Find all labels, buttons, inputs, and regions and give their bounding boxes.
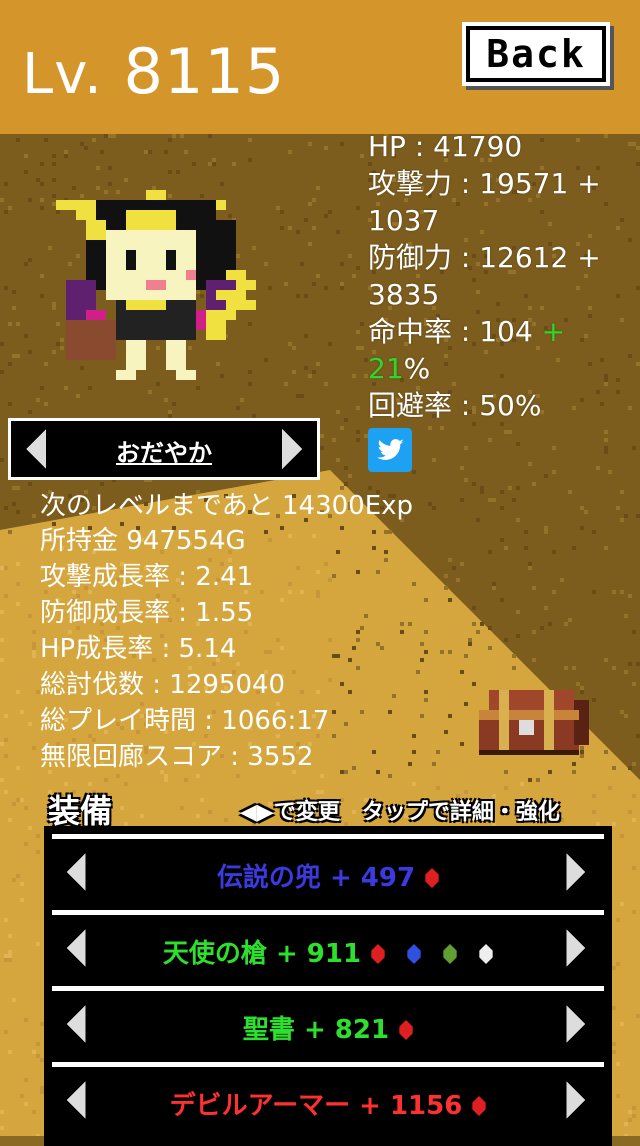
- gem-icon: [479, 944, 493, 964]
- equipment-name[interactable]: 聖書 + 821: [102, 1009, 554, 1046]
- level-prefix: Lv.: [22, 42, 103, 107]
- personality-selector: おだやか: [8, 418, 320, 480]
- gem-icon: [407, 944, 421, 964]
- info-playtime: 総プレイ時間 : 1066:17: [40, 706, 330, 736]
- info-hp-growth: HP成長率 : 5.14: [40, 634, 237, 664]
- gem-icon: [399, 1020, 413, 1040]
- equipment-slot-weapon[interactable]: 天使の槍 + 911: [52, 910, 604, 985]
- equipment-slot-helmet[interactable]: 伝説の兜 + 497: [52, 834, 604, 909]
- equipment-name[interactable]: デビルアーマー + 1156: [102, 1085, 554, 1122]
- twitter-icon: [377, 439, 404, 460]
- treasure-chest-icon[interactable]: [474, 690, 594, 760]
- stat-attack-bonus: 1037: [368, 204, 440, 237]
- gem-icon: [472, 1096, 487, 1116]
- arrow-right-icon[interactable]: [562, 853, 590, 891]
- arrow-right-icon[interactable]: [562, 929, 590, 967]
- arrow-right-icon[interactable]: [562, 1005, 590, 1043]
- personality-label[interactable]: おだやか: [11, 433, 317, 468]
- equipment-name-text[interactable]: 伝説の兜 + 497: [217, 863, 415, 893]
- equipment-panel: 伝説の兜 + 497 天使の槍 + 911 聖書 + 821 デビルアーマー +…: [44, 826, 612, 1146]
- info-next-level: 次のレベルまであと 14300Exp: [40, 491, 414, 521]
- arrow-left-icon[interactable]: [62, 929, 90, 967]
- info-defense-growth: 防御成長率 : 1.55: [40, 598, 254, 628]
- stat-attack: 攻撃力 : 19571 +: [368, 167, 601, 200]
- stat-defense-bonus: 3835: [368, 278, 440, 311]
- info-infinite-score: 無限回廊スコア : 3552: [40, 742, 314, 772]
- stat-accuracy: 命中率 : 104 +: [368, 313, 565, 350]
- arrow-right-icon[interactable]: [277, 429, 307, 469]
- stat-accuracy-base: 命中率 : 104: [368, 315, 542, 348]
- arrow-left-icon[interactable]: [62, 1005, 90, 1043]
- arrow-right-icon[interactable]: [562, 1081, 590, 1119]
- equipment-name[interactable]: 天使の槍 + 911: [102, 933, 554, 970]
- equipment-name[interactable]: 伝説の兜 + 497: [102, 857, 554, 894]
- level-display: Lv. 8115: [22, 36, 285, 111]
- arrow-left-icon[interactable]: [62, 1081, 90, 1119]
- gem-icon: [425, 868, 439, 888]
- stat-hp: HP : 41790: [368, 130, 523, 163]
- level-value: 8115: [123, 35, 286, 108]
- equipment-name-text[interactable]: デビルアーマー + 1156: [170, 1091, 463, 1121]
- arrow-left-icon[interactable]: [62, 853, 90, 891]
- equipment-name-text[interactable]: 天使の槍 + 911: [163, 939, 361, 969]
- info-money: 所持金 947554G: [40, 526, 246, 556]
- stat-accuracy-pct: %: [403, 352, 431, 385]
- gem-icon: [443, 944, 457, 964]
- equipment-name-text[interactable]: 聖書 + 821: [243, 1015, 389, 1045]
- stat-evasion: 回避率 : 50%: [368, 389, 542, 422]
- gem-icon: [371, 944, 385, 964]
- stat-accuracy-bonus: 21: [368, 352, 404, 385]
- stat-defense: 防御力 : 12612 +: [368, 241, 601, 274]
- back-button[interactable]: Back: [466, 26, 606, 82]
- stat-accuracy-plus: +: [541, 315, 566, 348]
- character-sprite[interactable]: [56, 190, 296, 390]
- equipment-slot-accessory[interactable]: 聖書 + 821: [52, 986, 604, 1061]
- equipment-slot-armor[interactable]: デビルアーマー + 1156: [52, 1062, 604, 1137]
- equipment-hint: ◀▶で変更 タップで詳細・強化: [240, 800, 560, 825]
- twitter-share-button[interactable]: [368, 428, 412, 472]
- info-attack-growth: 攻撃成長率 : 2.41: [40, 562, 254, 592]
- header-bar: Lv. 8115 Back: [0, 0, 640, 134]
- stat-accuracy-bonus-line: 21%: [368, 350, 430, 387]
- info-kills: 総討伐数 : 1295040: [40, 670, 286, 700]
